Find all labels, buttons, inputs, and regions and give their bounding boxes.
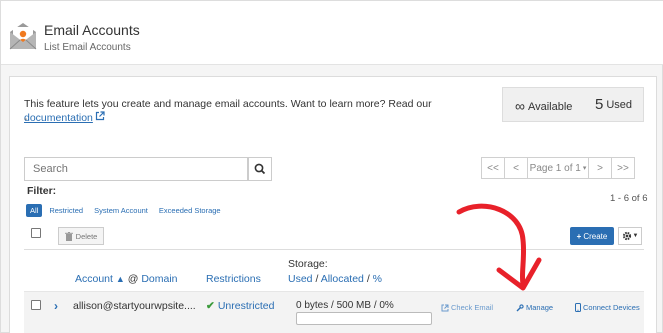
sort-percent[interactable]: % <box>373 273 382 285</box>
create-button[interactable]: + Create <box>570 227 614 245</box>
check-email-link[interactable]: Check Email <box>441 303 493 312</box>
next-page-button[interactable]: > <box>588 157 612 179</box>
delete-label: Delete <box>75 231 98 241</box>
used-label: Used <box>606 99 633 111</box>
account-domain-header[interactable]: Account ▲ @ Domain <box>75 273 178 285</box>
last-page-button[interactable]: >> <box>611 157 635 179</box>
gear-icon <box>622 231 631 241</box>
pagination: << < Page 1 of 1 ▾ > >> <box>481 157 635 179</box>
prev-page-button[interactable]: < <box>504 157 528 179</box>
first-page-button[interactable]: << <box>481 157 505 179</box>
email-accounts-panel: This feature lets you create and manage … <box>9 76 657 333</box>
storage-usage-bar <box>296 312 432 325</box>
sort-allocated[interactable]: Allocated <box>321 273 364 285</box>
email-accounts-icon <box>9 21 37 51</box>
table-row: › allison@startyourwpsite.... ✔ Unrestric… <box>24 291 644 333</box>
intro-text: This feature lets you create and manage … <box>24 97 494 125</box>
domain-separator: @ <box>127 273 139 285</box>
filter-label: Filter: <box>27 185 57 197</box>
intro-dash: - <box>24 114 28 125</box>
available-stat: ∞ Available <box>515 98 572 114</box>
mobile-device-icon <box>575 303 581 312</box>
storage-usage-text: 0 bytes / 500 MB / 0% <box>296 300 394 311</box>
wrench-icon <box>516 303 524 311</box>
intro-sentence: This feature lets you create and manage … <box>24 98 432 110</box>
sort-used[interactable]: Used <box>288 273 313 285</box>
checkmark-icon: ✔ <box>206 300 215 312</box>
search-input[interactable] <box>25 158 247 180</box>
manage-link[interactable]: Manage <box>516 303 553 312</box>
filter-exceeded-storage[interactable]: Exceeded Storage <box>155 204 225 217</box>
domain-column-label: Domain <box>141 273 178 285</box>
filter-all[interactable]: All <box>26 204 43 217</box>
storage-header: Storage: <box>288 258 328 270</box>
used-stat: 5 Used <box>595 96 632 113</box>
page-select[interactable]: Page 1 of 1 ▾ <box>527 157 589 179</box>
external-link-icon[interactable] <box>95 111 105 125</box>
search-button[interactable] <box>248 157 272 181</box>
restriction-label: Unrestricted <box>217 300 275 312</box>
page-header: Email Accounts List Email Accounts <box>1 1 663 65</box>
filter-restricted[interactable]: Restricted <box>45 204 87 217</box>
filter-options: All Restricted System Account Exceeded S… <box>26 204 225 217</box>
search-icon <box>254 163 266 175</box>
caret-down-icon: ▼ <box>632 233 639 239</box>
restrictions-header[interactable]: Restrictions <box>206 273 261 285</box>
storage-sort-options: Used / Allocated / % <box>288 273 382 285</box>
page-subtitle: List Email Accounts <box>44 42 131 53</box>
chevron-down-icon: ▾ <box>582 165 587 172</box>
documentation-link[interactable]: documentation <box>24 112 93 124</box>
manage-label: Manage <box>526 303 554 312</box>
available-label: Available <box>527 101 573 113</box>
page-title: Email Accounts <box>44 22 140 38</box>
app-window: Email Accounts List Email Accounts This … <box>0 0 663 333</box>
trash-icon <box>64 231 73 241</box>
search-field[interactable] <box>24 157 248 181</box>
connect-devices-label: Connect Devices <box>583 303 640 312</box>
select-all-checkbox[interactable] <box>31 228 41 238</box>
restriction-status: ✔ Unrestricted <box>206 300 274 312</box>
expand-row-icon[interactable]: › <box>54 299 58 313</box>
account-email: allison@startyourwpsite.... <box>73 300 196 312</box>
create-label: Create <box>583 231 608 241</box>
results-count: 1 - 6 of 6 <box>610 193 648 204</box>
used-value: 5 <box>595 96 604 113</box>
delete-button[interactable]: Delete <box>58 227 104 245</box>
account-column-label: Account <box>75 273 113 285</box>
row-checkbox[interactable] <box>31 300 41 310</box>
settings-dropdown-button[interactable]: ▼ <box>618 227 642 245</box>
filter-system-account[interactable]: System Account <box>90 204 152 217</box>
check-email-label: Check Email <box>451 303 494 312</box>
storage-slash-1: / <box>315 273 319 285</box>
account-stats: ∞ Available 5 Used <box>502 87 644 122</box>
connect-devices-link[interactable]: Connect Devices <box>575 303 640 312</box>
page-select-label: Page 1 of 1 <box>529 162 581 174</box>
table-divider <box>24 249 644 250</box>
sort-up-icon: ▲ <box>115 274 125 284</box>
available-value: ∞ <box>515 98 525 114</box>
external-link-icon <box>441 304 449 311</box>
plus-icon: + <box>576 231 582 241</box>
storage-slash-2: / <box>366 273 370 285</box>
